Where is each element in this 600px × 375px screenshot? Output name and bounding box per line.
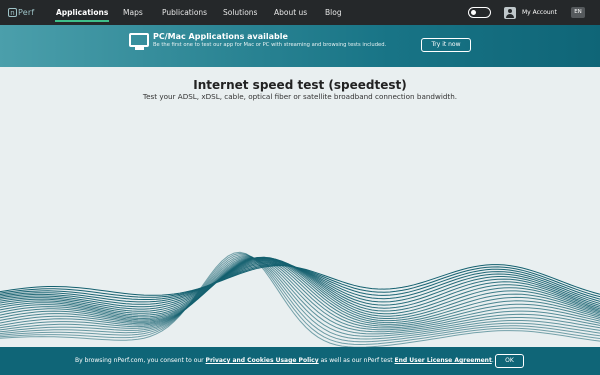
- try-it-now-button[interactable]: Try it now: [421, 38, 471, 52]
- nav-link-solutions[interactable]: Solutions: [223, 0, 257, 25]
- nperf-logo[interactable]: n Perf: [8, 7, 34, 18]
- cookie-ok-button[interactable]: OK: [495, 354, 524, 368]
- top-navigation-bar: n Perf Applications Maps Publications So…: [0, 0, 600, 25]
- toggle-knob: [471, 10, 476, 15]
- theme-toggle-switch[interactable]: [468, 7, 491, 18]
- logo-mark: n: [8, 8, 17, 17]
- page-title: Internet speed test (speedtest): [193, 78, 407, 92]
- logo-text: Perf: [18, 8, 35, 17]
- cookie-text-after: .: [491, 357, 494, 364]
- nav-link-applications[interactable]: Applications: [54, 0, 110, 25]
- monitor-icon: [129, 33, 149, 47]
- nav-link-about-us[interactable]: About us: [274, 0, 307, 25]
- monitor-stand: [135, 47, 144, 50]
- my-account-label: My Account: [522, 9, 557, 16]
- nav-link-publications[interactable]: Publications: [162, 0, 207, 25]
- wave-line: [0, 257, 600, 315]
- language-selector[interactable]: EN: [571, 7, 585, 18]
- banner-subtitle: Be the first one to test our app for Mac…: [153, 42, 387, 48]
- user-icon: [504, 6, 516, 19]
- my-account-button[interactable]: My Account: [504, 5, 557, 20]
- cookie-message: By browsing nPerf.com, you consent to ou…: [75, 357, 494, 364]
- cookie-text-middle: as well as our nPerf test: [318, 357, 395, 364]
- nav-link-blog[interactable]: Blog: [325, 0, 342, 25]
- eula-link[interactable]: End User License Agreement: [395, 357, 492, 364]
- promo-banner: PC/Mac Applications available Be the fir…: [0, 25, 600, 67]
- banner-title: PC/Mac Applications available: [153, 32, 288, 41]
- page-subtitle: Test your ADSL, xDSL, cable, optical fib…: [142, 92, 458, 101]
- cookie-consent-bar: By browsing nPerf.com, you consent to ou…: [0, 347, 600, 375]
- decorative-wave-lines: [0, 251, 600, 348]
- nav-link-maps[interactable]: Maps: [123, 0, 143, 25]
- cookie-text-before: By browsing nPerf.com, you consent to ou…: [75, 357, 206, 364]
- privacy-policy-link[interactable]: Privacy and Cookies Usage Policy: [206, 357, 319, 364]
